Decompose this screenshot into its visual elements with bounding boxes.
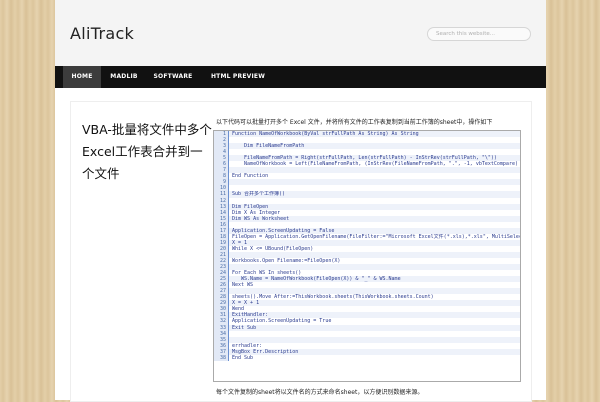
search-input[interactable] (427, 27, 531, 41)
nav-html-preview[interactable]: HTML PREVIEW (205, 66, 271, 88)
nav-home[interactable]: HOME (63, 66, 101, 88)
code-text: End Sub (232, 354, 254, 361)
post-outro: 每个文件复制的sheet将以文件名的方式来命名sheet，以方便识别数据来源。 (216, 389, 424, 396)
post-title[interactable]: VBA-批量将文件中多个 Excel工作表合并到一个文件 (82, 119, 212, 185)
code-block[interactable]: 1 Function NameOfWorkbook(ByVal strFullPa… (213, 130, 521, 382)
site-header: AliTrack (55, 0, 546, 67)
line-number: 38 (214, 354, 229, 361)
page-container: AliTrack HOME MADLIB SOFTWARE HTML PREVI… (55, 0, 546, 402)
main-nav: HOME MADLIB SOFTWARE HTML PREVIEW (55, 66, 546, 88)
post-title-line2: Excel工作表合并到一个文件 (82, 144, 203, 181)
nav-madlib[interactable]: MADLIB (105, 66, 143, 88)
post-title-line1: VBA-批量将文件中多个 (82, 122, 212, 137)
site-title[interactable]: AliTrack (70, 24, 134, 43)
code-line: 38 End Sub (214, 354, 520, 361)
post-intro: 以下代码可以批量打开多个 Excel 文件，并将所有文件的工作表复制到当前工作簿… (216, 119, 493, 126)
post-content: VBA-批量将文件中多个 Excel工作表合并到一个文件 以下代码可以批量打开多… (70, 101, 532, 402)
nav-software[interactable]: SOFTWARE (147, 66, 199, 88)
